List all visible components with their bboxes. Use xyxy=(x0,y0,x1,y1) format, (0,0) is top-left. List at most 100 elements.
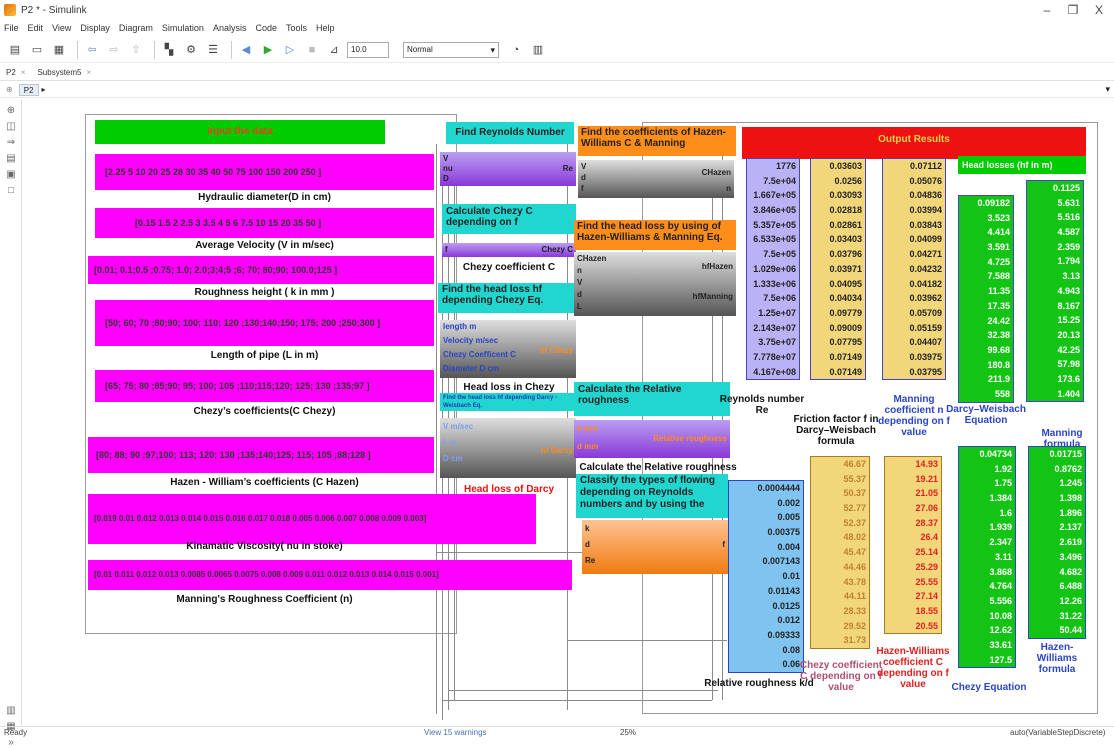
model-explorer-icon[interactable]: ☰ xyxy=(204,41,222,59)
tab-subsystem5[interactable]: Subsystem5 × xyxy=(31,65,97,81)
manning-coefficient-display[interactable]: 0.07112 0.05076 0.04836 0.03994 0.03843 0.040… xyxy=(882,158,946,381)
headloss-subsystem[interactable]: CHazen n V d L hfHazen hfManning xyxy=(574,252,736,316)
toolbar: ▤ ▭ ▦ ⇦ ⇨ ⇧ ▚ ⚙ ☰ ◀ ▶ ▷ ■ ⊿ 10.0 Normal … xyxy=(0,37,1114,63)
coef-subsystem[interactable]: V d f CHazen n xyxy=(578,160,734,198)
arrow-icon[interactable]: ⇒ xyxy=(6,138,16,148)
relative-roughness-display[interactable]: 0.0004444 0.002 0.005 0.00375 0.004 0.007143 0… xyxy=(728,480,804,673)
headloss-output-title[interactable]: Head losses (hf in m) xyxy=(958,156,1086,174)
display-value: 0.09182 xyxy=(977,198,1010,208)
darcy-title[interactable]: Find the head loss hf depending Darcy - … xyxy=(440,393,576,411)
model-canvas[interactable]: Input the data [2.25 5 10 20 25 28 30 35… xyxy=(22,100,1114,725)
close-tab-icon[interactable]: × xyxy=(87,68,92,77)
display-value: 99.68 xyxy=(987,344,1010,355)
chevron-down-icon[interactable]: ▾ xyxy=(1105,84,1110,95)
menu-simulation[interactable]: Simulation xyxy=(162,23,204,33)
display-value: 0.002 xyxy=(777,497,800,508)
tab-p2[interactable]: P2 × xyxy=(0,65,31,81)
hazen-constant[interactable]: [80; 88; 90 ;97;100; 113; 120; 130 ;135;… xyxy=(88,437,434,473)
chezy-constant[interactable]: [65; 75; 80 ;85;90; 95; 100; 105 ;110;11… xyxy=(95,370,434,402)
headloss-title[interactable]: Find the head loss by using of Hazen-Wil… xyxy=(574,220,736,250)
library-browser-icon[interactable]: ▚ xyxy=(160,41,178,59)
back-icon[interactable]: ⇦ xyxy=(83,41,101,59)
menu-bar: File Edit View Display Diagram Simulatio… xyxy=(0,20,1114,36)
menu-help[interactable]: Help xyxy=(316,23,335,33)
manning-constant[interactable]: [0.01 0.011 0.012 0.013 0.0085 0.0065 0.… xyxy=(88,560,572,590)
darcy-subsystem[interactable]: V m/sec L m D cm hf Darcy xyxy=(440,418,576,478)
hide-explorer-icon[interactable]: ⊕ xyxy=(6,85,13,94)
menu-file[interactable]: File xyxy=(4,23,19,33)
coef-title[interactable]: Find the coefficients of Hazen-Williams … xyxy=(578,126,736,156)
stop-icon[interactable]: ■ xyxy=(303,41,321,59)
reynolds-subsystem[interactable]: V nu D Re xyxy=(440,152,576,186)
step-back-icon[interactable]: ◀ xyxy=(237,41,255,59)
chezy-coefficient-display[interactable]: 46.67 55.37 50.37 52.77 52.37 48.02 45.47 44.46… xyxy=(810,456,870,649)
menu-tools[interactable]: Tools xyxy=(286,23,307,33)
hf-chezy-subsystem[interactable]: length m Velocity m/sec Chezy Coefficent… xyxy=(440,320,576,378)
address-bar: ⊕ P2 ▸ ▾ xyxy=(0,82,1114,98)
output-title[interactable]: Output Results xyxy=(742,127,1086,159)
display-value: 7.5e+06 xyxy=(763,293,796,304)
stop-time-input[interactable]: 10.0 xyxy=(347,41,389,58)
close-button[interactable]: X xyxy=(1082,0,1114,20)
forward-icon[interactable]: ⇨ xyxy=(105,41,123,59)
save-icon[interactable]: ▦ xyxy=(50,41,68,59)
menu-code[interactable]: Code xyxy=(255,23,277,33)
breadcrumb[interactable]: P2 xyxy=(18,83,39,96)
input-title[interactable]: Input the data xyxy=(95,120,385,144)
zoom-icon[interactable]: ⊕ xyxy=(6,106,16,116)
warnings-link[interactable]: View 15 warnings xyxy=(424,728,487,737)
roughness-constant[interactable]: [0.01; 0.1;0.5 ;0.75; 1.0; 2.0;3;4;5 ;6;… xyxy=(88,256,434,284)
display-value: 1.92 xyxy=(994,463,1012,474)
hf-chezy-title[interactable]: Find the head loss hf depending Chezy Eq… xyxy=(438,283,576,313)
menu-view[interactable]: View xyxy=(52,23,71,33)
chezy-c-subsystem[interactable]: f Chezy C xyxy=(442,243,576,257)
menu-analysis[interactable]: Analysis xyxy=(213,23,247,33)
display-value: 0.005 xyxy=(777,512,800,523)
new-model-icon[interactable]: ▤ xyxy=(6,41,24,59)
relative-roughness-subsystem[interactable]: k mm d mm Relative roughness xyxy=(574,420,730,458)
hydraulic-diameter-constant[interactable]: [2.25 5 10 20 25 28 30 35 40 50 75 100 1… xyxy=(95,154,434,190)
open-icon[interactable]: ▭ xyxy=(28,41,46,59)
classify-subsystem[interactable]: k d Re f xyxy=(582,520,728,574)
step-forward-icon[interactable]: ▷ xyxy=(281,41,299,59)
menu-display[interactable]: Display xyxy=(80,23,110,33)
friction-display[interactable]: 0.03603 0.0256 0.03093 0.02818 0.02861 0.0340… xyxy=(810,158,866,381)
simulation-mode-select[interactable]: Normal xyxy=(403,41,499,58)
build-icon[interactable]: ▥ xyxy=(529,41,547,59)
display-value: 0.0256 xyxy=(834,175,862,186)
fit-view-icon[interactable]: ◫ xyxy=(6,122,16,132)
display-value: 28.33 xyxy=(843,605,866,616)
reynolds-title[interactable]: Find Reynolds Number xyxy=(446,122,574,144)
length-constant[interactable]: [50; 60; 70 ;80;90; 100; 110; 120 ;130;1… xyxy=(95,300,434,346)
run-icon[interactable]: ▶ xyxy=(259,41,277,59)
velocity-constant[interactable]: [0.15 1.5 2 2.5 3 3.5 4 5 6 7.5 10 15 20… xyxy=(95,208,434,238)
viscosity-constant[interactable]: [0.019 0.01 0.012 0.013 0.014 0.015 0.01… xyxy=(88,494,536,544)
menu-diagram[interactable]: Diagram xyxy=(119,23,153,33)
display-value: 33.61 xyxy=(989,639,1012,650)
annotation-icon[interactable]: ▤ xyxy=(6,154,16,164)
image-icon[interactable]: ▣ xyxy=(6,170,16,180)
model-config-icon[interactable]: ⚙ xyxy=(182,41,200,59)
display-value: 0.05076 xyxy=(909,175,942,186)
classify-title[interactable]: Classify the types of flowing depending … xyxy=(576,474,728,518)
expand-icon[interactable]: » xyxy=(6,738,16,748)
hazen-headloss-display[interactable]: 0.01715 0.8762 1.245 1.398 1.896 2.137 2.619 3.… xyxy=(1028,446,1086,639)
chezy-headloss-display[interactable]: 0.04734 1.92 1.75 1.384 1.6 1.939 2.347 3.11 3.8… xyxy=(958,446,1016,669)
menu-edit[interactable]: Edit xyxy=(28,23,44,33)
display-value: 4.764 xyxy=(989,581,1012,592)
solver-text[interactable]: auto(VariableStepDiscrete) xyxy=(1010,728,1105,737)
tab-label: P2 xyxy=(6,68,16,77)
display-value: 0.07149 xyxy=(829,351,862,362)
manning-headloss-display[interactable]: 0.1125 5.631 5.516 4.587 2.359 1.794 3.13 4.943… xyxy=(1026,180,1084,403)
up-icon[interactable]: ⇧ xyxy=(127,41,145,59)
area-icon[interactable]: □ xyxy=(6,186,16,196)
chezy-c-title[interactable]: Calculate Chezy C depending on f xyxy=(442,204,576,234)
reynolds-display[interactable]: 1776 7.5e+04 1.667e+05 3.846e+05 5.357e+05 6.… xyxy=(746,158,800,381)
close-tab-icon[interactable]: × xyxy=(21,68,26,77)
hazen-coefficient-display[interactable]: 14.93 19.21 21.05 27.06 28.37 26.4 25.14 25.29 2… xyxy=(884,456,942,635)
model-browser-icon[interactable]: ▥ xyxy=(6,706,16,716)
relative-roughness-title[interactable]: Calculate the Relative roughness xyxy=(574,382,730,416)
model-advisor-icon[interactable]: ◔ xyxy=(507,41,525,59)
darcy-headloss-display[interactable]: 0.09182 3.523 4.414 3.591 4.725 7.588 11.35 17.… xyxy=(958,195,1014,403)
scope-icon[interactable]: ⊿ xyxy=(325,41,343,59)
